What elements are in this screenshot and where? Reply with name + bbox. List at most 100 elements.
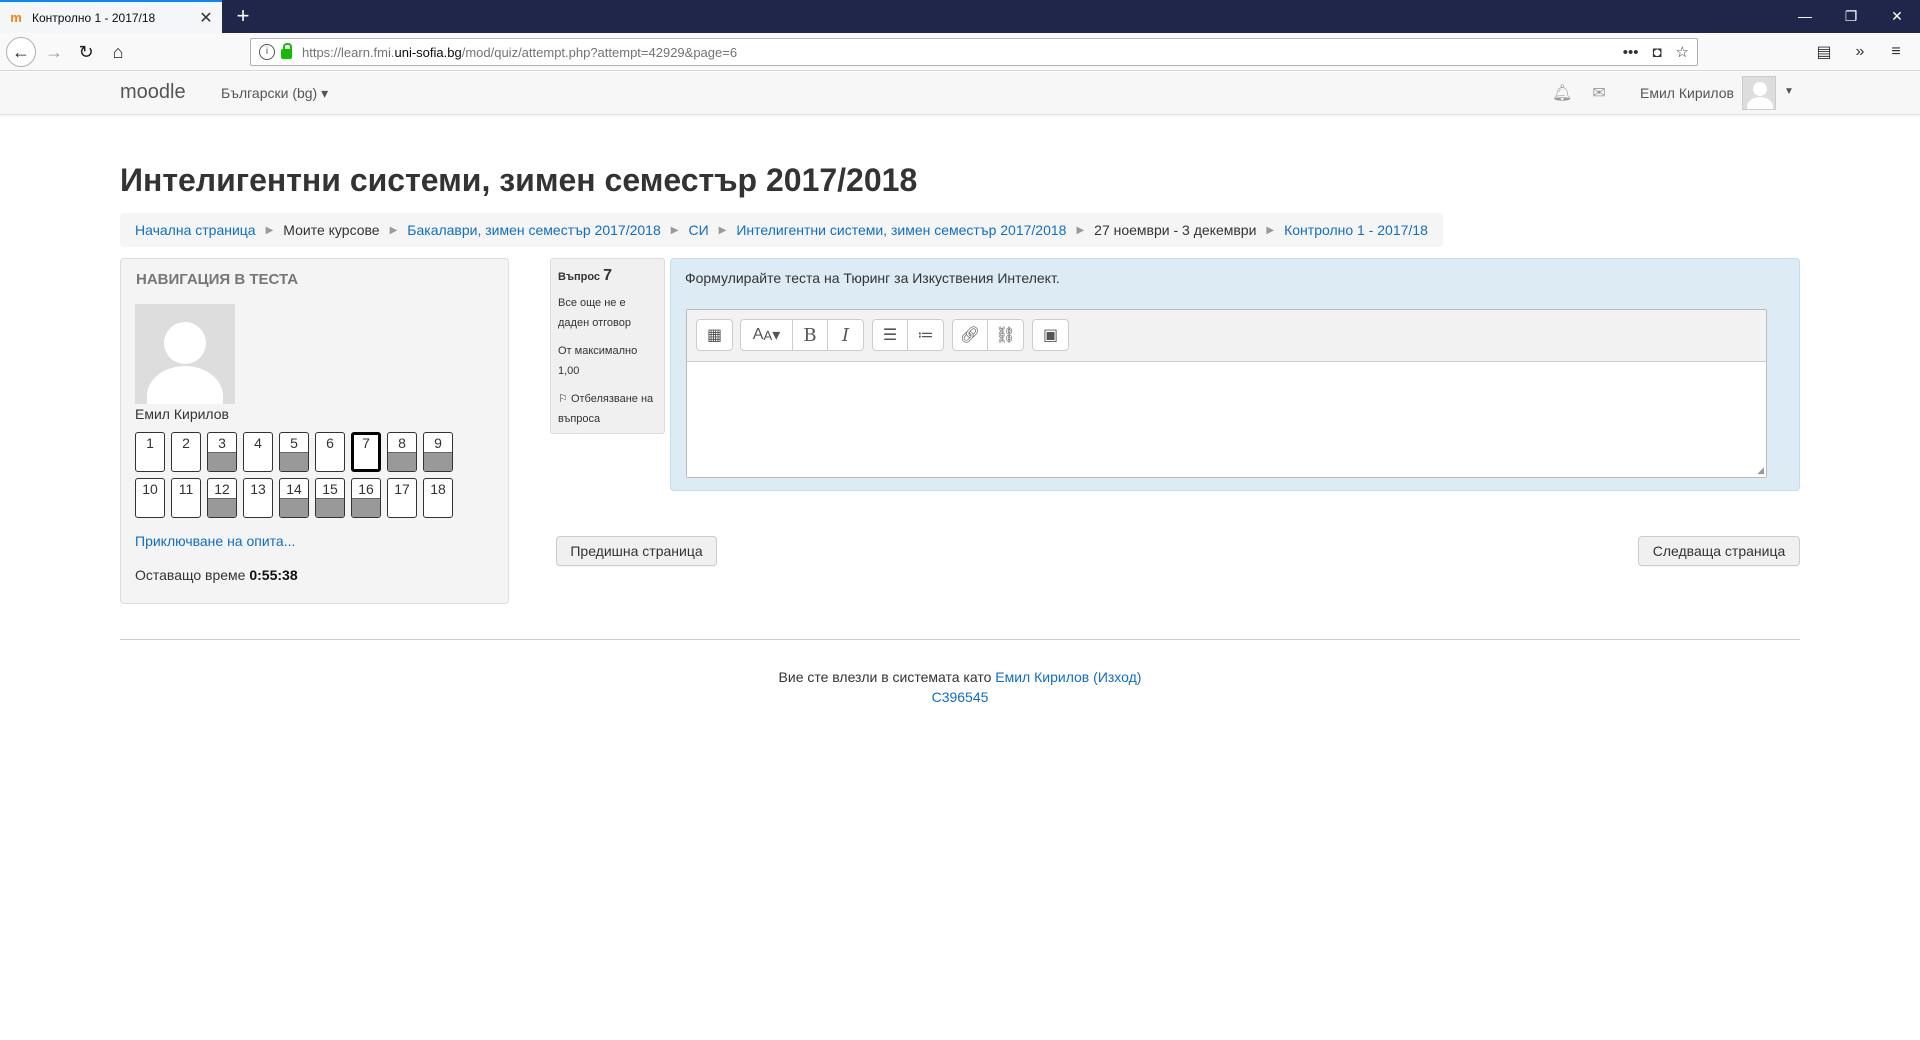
login-info: Вие сте влезли в системата като Емил Кир… (778, 669, 1142, 685)
link-icon[interactable]: 🔗︎ (953, 320, 988, 350)
quiz-navigation-block: Навигация в теста Емил Кирилов 123456789… (120, 258, 509, 604)
window-controls: — ❐ ✕ (1782, 0, 1920, 33)
question-button-label: 1 (146, 435, 154, 451)
question-button[interactable]: 13 (243, 478, 273, 518)
question-button[interactable]: 6 (315, 432, 345, 472)
question-button[interactable]: 18 (423, 478, 453, 518)
question-button[interactable]: 15 (315, 478, 345, 518)
breadcrumb-item[interactable]: Начална страница (135, 222, 256, 238)
breadcrumb-item[interactable]: Бакалаври, зимен семестър 2017/2018 (407, 222, 660, 238)
chevron-down-icon[interactable]: ▼ (1784, 86, 1794, 97)
toolbar-toggle-icon[interactable]: ▦ (697, 320, 732, 350)
question-button[interactable]: 1 (135, 432, 165, 472)
breadcrumb-item[interactable]: СИ (688, 222, 708, 238)
question-buttons: 1 2 3 4 5 6 7 8 9 10 11 12 13 14 15 16 17 18 (135, 432, 475, 518)
unlink-icon[interactable]: ⛓︎ (988, 320, 1023, 350)
info-icon[interactable]: i (259, 44, 275, 60)
question-button[interactable]: 14 (279, 478, 309, 518)
bookmark-star-icon[interactable]: ☆ (1676, 43, 1689, 61)
footer-code-link[interactable]: С396545 (932, 689, 989, 705)
insert-image-icon[interactable]: ▣ (1033, 320, 1068, 350)
forward-arrow-icon[interactable]: → (40, 38, 68, 66)
question-button-label: 12 (214, 481, 230, 497)
moodle-header: moodle Български (bg) ▾ 🔔︎ ✉︎ Емил Кирил… (0, 72, 1920, 115)
breadcrumb-separator-icon: ▶ (389, 224, 398, 236)
question-button-label: 5 (290, 435, 298, 451)
question-button[interactable]: 3 (207, 432, 237, 472)
question-button[interactable]: 5 (279, 432, 309, 472)
browser-tab[interactable]: m Контролно 1 - 2017/18 ✕ (0, 0, 222, 33)
close-tab-icon[interactable]: ✕ (198, 8, 214, 28)
url-text[interactable]: https://learn.fmi.uni-sofia.bg/mod/quiz/… (302, 45, 1609, 60)
question-content: Формулирайте теста на Тюринг за Изкустве… (670, 258, 1800, 491)
home-icon[interactable]: ⌂ (104, 38, 132, 66)
question-button-label: 11 (178, 481, 194, 497)
question-button[interactable]: 10 (135, 478, 165, 518)
breadcrumb-item: 27 ноември - 3 декември (1094, 222, 1257, 238)
flag-icon: ⚐ (558, 393, 568, 405)
footer: Вие сте влезли в системата като Емил Кир… (0, 667, 1920, 707)
language-menu[interactable]: Български (bg) ▾ (221, 85, 328, 102)
reload-icon[interactable]: ↻ (72, 38, 100, 66)
time-remaining: Оставащо време 0:55:38 (135, 567, 298, 583)
resize-handle-icon[interactable]: ◢ (1757, 465, 1764, 476)
question-button[interactable]: 12 (207, 478, 237, 518)
pocket-icon[interactable]: ◘ (1652, 44, 1661, 61)
tab-title: Контролно 1 - 2017/18 (32, 10, 156, 25)
paragraph-style-icon[interactable]: A A ▾ (741, 320, 793, 350)
question-text: Формулирайте теста на Тюринг за Изкустве… (685, 270, 1060, 286)
unordered-list-icon[interactable]: ☰ (873, 320, 908, 350)
notifications-bell-icon[interactable]: 🔔︎ (1552, 83, 1572, 103)
sidebar-icon[interactable]: ▤ (1810, 38, 1838, 66)
ordered-list-icon[interactable]: ≔ (908, 320, 943, 350)
bold-icon[interactable]: B (793, 320, 828, 350)
question-button-label: 3 (218, 435, 226, 451)
question-button-label: 14 (286, 481, 302, 497)
question-number: Въпрос 7 (558, 267, 612, 284)
breadcrumb-item[interactable]: Интелигентни системи, зимен семестър 201… (736, 222, 1066, 238)
address-bar[interactable]: i https://learn.fmi.uni-sofia.bg/mod/qui… (250, 38, 1698, 66)
menu-hamburger-icon[interactable]: ≡ (1882, 38, 1910, 66)
italic-icon[interactable]: I (828, 320, 863, 350)
footer-user-link[interactable]: Емил Кирилов (995, 669, 1089, 685)
question-button[interactable]: 2 (171, 432, 201, 472)
question-button-label: 13 (250, 481, 266, 497)
overflow-chevron-icon[interactable]: » (1846, 38, 1874, 66)
finish-attempt-link[interactable]: Приключване на опита... (135, 533, 295, 549)
question-button-label: 4 (254, 435, 262, 451)
question-button[interactable]: 7 (351, 432, 381, 472)
logout-link[interactable]: Изход (1098, 669, 1137, 685)
minimize-icon[interactable]: — (1782, 0, 1828, 33)
user-menu-name[interactable]: Емил Кирилов (1640, 85, 1734, 101)
avatar[interactable] (1742, 76, 1776, 110)
question-button-label: 8 (398, 435, 406, 451)
next-page-button[interactable]: Следваща страница (1638, 536, 1800, 566)
previous-page-button[interactable]: Предишна страница (556, 536, 717, 566)
question-button-label: 15 (322, 481, 338, 497)
breadcrumb-item[interactable]: Контролно 1 - 2017/18 (1284, 222, 1428, 238)
question-button[interactable]: 8 (387, 432, 417, 472)
back-arrow-icon[interactable]: ← (6, 37, 36, 67)
question-button[interactable]: 16 (351, 478, 381, 518)
restore-icon[interactable]: ❐ (1828, 0, 1874, 33)
close-window-icon[interactable]: ✕ (1874, 0, 1920, 33)
breadcrumb-separator-icon: ▶ (670, 224, 679, 236)
question-button[interactable]: 4 (243, 432, 273, 472)
breadcrumb-separator-icon: ▶ (1076, 224, 1085, 236)
toolbar-right: ▤ » ≡ (1810, 38, 1910, 66)
breadcrumb-separator-icon: ▶ (1266, 224, 1275, 236)
question-max-mark: От максимално 1,00 (558, 345, 638, 377)
new-tab-icon[interactable]: + (230, 4, 256, 30)
messages-icon[interactable]: ✉︎ (1592, 83, 1605, 103)
question-button-label: 10 (142, 481, 158, 497)
editor-toolbar: ▦ A A ▾ B I ☰ ≔ 🔗︎ ⛓︎ ▣ (687, 310, 1766, 362)
question-button[interactable]: 17 (387, 478, 417, 518)
site-brand[interactable]: moodle (120, 81, 186, 104)
flag-question-toggle[interactable]: ⚐ Отбелязване на въпроса (558, 389, 657, 429)
header-icons: 🔔︎ ✉︎ (1552, 83, 1606, 103)
question-button[interactable]: 11 (171, 478, 201, 518)
answer-text-area[interactable] (687, 362, 1766, 477)
page-actions-icon[interactable]: ••• (1623, 44, 1639, 61)
breadcrumb: Начална страница ▶ Моите курсове ▶ Бакалаври… (120, 213, 1443, 247)
question-button[interactable]: 9 (423, 432, 453, 472)
